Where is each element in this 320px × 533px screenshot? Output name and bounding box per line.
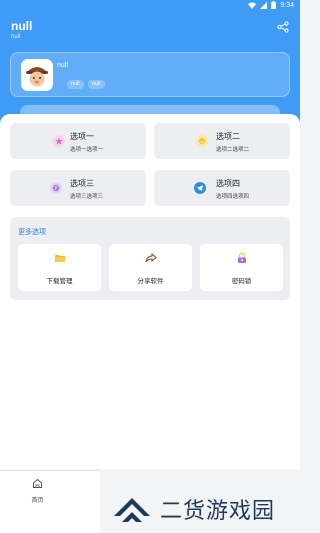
- download-manager-button[interactable]: 下载管理: [18, 244, 101, 291]
- tab-home-label: 首页: [31, 498, 44, 504]
- svg-text:P: P: [54, 186, 57, 192]
- folder-icon: [55, 255, 65, 262]
- tool-label: 密码锁: [231, 278, 252, 285]
- page-title: null: [11, 19, 33, 33]
- share-icon[interactable]: [277, 21, 289, 33]
- bottom-tab-bar: 首页: [0, 470, 100, 533]
- status-bar: 9:34: [0, 0, 300, 12]
- more-options-panel: 更多选项 下载管理 分享软件 密码锁: [10, 217, 290, 300]
- signal-icon: [260, 1, 268, 9]
- profile-card[interactable]: null null null: [10, 52, 290, 97]
- yellow-circle-icon: [196, 135, 208, 147]
- lock-icon: [238, 252, 246, 263]
- share-arrow-icon: [145, 252, 157, 263]
- more-options-title: 更多选项: [18, 229, 46, 236]
- watermark: 二货游戏园: [108, 486, 298, 524]
- option-desc: 选项一选项一: [70, 147, 104, 153]
- telegram-icon: [194, 182, 206, 194]
- option-desc: 选项三选项三: [70, 194, 104, 200]
- option-title: 选项一: [70, 132, 94, 141]
- home-icon: [33, 478, 42, 488]
- watermark-text: 二货游戏园: [160, 499, 276, 524]
- profile-tag: null: [88, 80, 105, 89]
- avatar[interactable]: [21, 59, 53, 91]
- password-lock-button[interactable]: 密码锁: [200, 244, 283, 291]
- option-title: 选项三: [70, 179, 94, 188]
- option-title: 选项四: [216, 179, 240, 188]
- option-2-card[interactable]: 选项二 选项二选项二: [154, 123, 290, 159]
- option-desc: 选项二选项二: [216, 147, 250, 153]
- share-app-button[interactable]: 分享软件: [109, 244, 192, 291]
- battery-icon: [271, 1, 277, 9]
- option-1-card[interactable]: 选项一 选项一选项一: [10, 123, 146, 159]
- status-time: 9:34: [280, 1, 294, 9]
- tab-home[interactable]: 首页: [0, 471, 75, 511]
- tool-label: 下载管理: [46, 278, 73, 285]
- wifi-icon: [248, 1, 257, 9]
- page-subtitle: null: [11, 34, 21, 40]
- tool-label: 分享软件: [137, 278, 164, 285]
- profile-tag: null: [67, 80, 84, 89]
- pink-circle-icon: [53, 135, 65, 147]
- purple-coin-icon: P: [50, 182, 62, 194]
- cartoon-face-avatar-icon: [26, 67, 48, 87]
- status-icons: 9:34: [248, 1, 294, 9]
- watermark-logo-icon: [114, 498, 150, 522]
- option-title: 选项二: [216, 132, 240, 141]
- option-3-card[interactable]: P 选项三 选项三选项三: [10, 170, 146, 206]
- profile-name: null: [57, 62, 68, 69]
- option-desc: 选项四选项四: [216, 194, 250, 200]
- option-4-card[interactable]: 选项四 选项四选项四: [154, 170, 290, 206]
